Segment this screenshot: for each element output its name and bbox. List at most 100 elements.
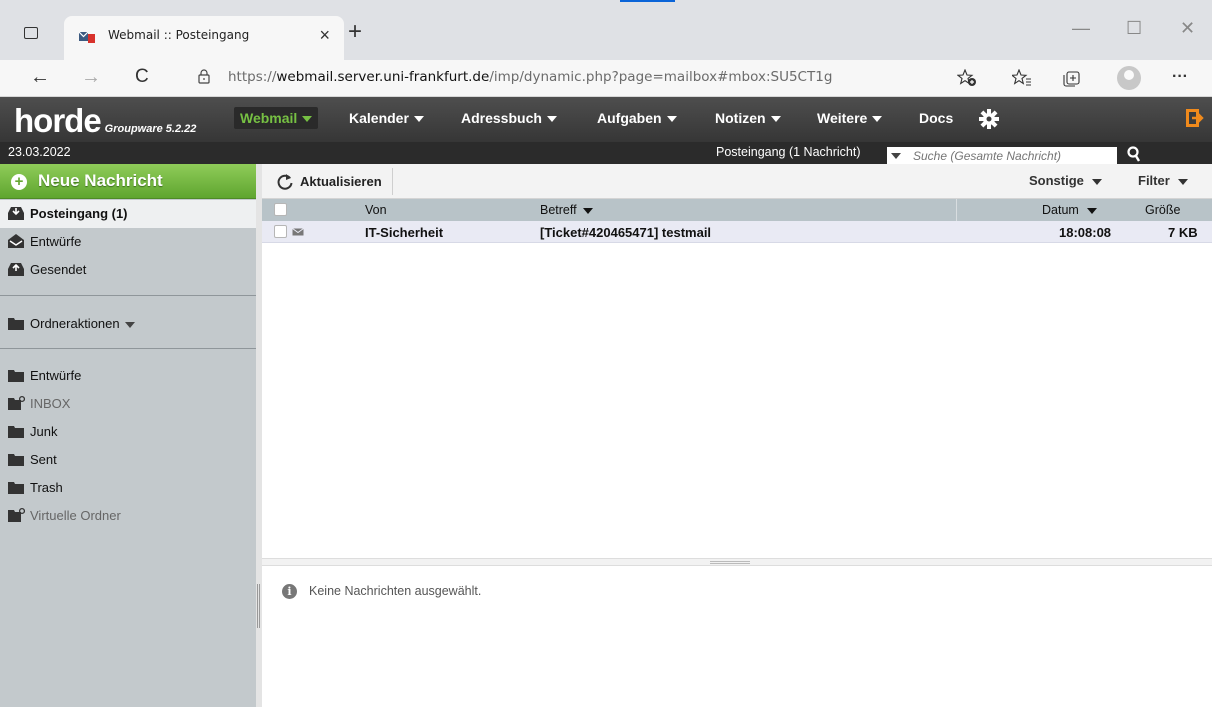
- sidebar-divider: [0, 295, 256, 296]
- close-window-button[interactable]: ✕: [1180, 18, 1195, 39]
- mailbox-toolbar: Aktualisieren Sonstige Filter: [262, 164, 1212, 199]
- preview-empty-text: Keine Nachrichten ausgewählt.: [309, 584, 482, 598]
- mailbox-main: Aktualisieren Sonstige Filter Von Betref…: [256, 164, 1212, 707]
- chevron-down-icon: [1177, 178, 1188, 185]
- new-tab-button[interactable]: +: [348, 18, 362, 46]
- select-all-checkbox[interactable]: [274, 203, 287, 216]
- menu-notizen[interactable]: Notizen: [709, 107, 787, 129]
- chevron-down-icon: [1086, 207, 1097, 214]
- folder-label: Trash: [30, 480, 63, 495]
- menu-aufgaben[interactable]: Aufgaben: [591, 107, 683, 129]
- column-date-label: Datum: [1042, 203, 1079, 217]
- folder-item-sent[interactable]: Sent: [0, 446, 256, 474]
- profile-avatar[interactable]: [1117, 66, 1141, 90]
- maximize-button[interactable]: ☐: [1126, 18, 1142, 39]
- column-subject[interactable]: Betreff: [540, 203, 593, 217]
- logout-icon[interactable]: [1184, 107, 1204, 129]
- browser-tab[interactable]: Webmail :: Posteingang ×: [64, 16, 344, 60]
- folder-icon: [8, 426, 24, 438]
- filter-label: Filter: [1138, 173, 1170, 188]
- folder-item-junk[interactable]: Junk: [0, 418, 256, 446]
- add-favorite-icon[interactable]: [957, 69, 977, 87]
- message-date: 18:08:08: [1059, 225, 1112, 240]
- preview-splitter[interactable]: [262, 558, 1212, 566]
- column-size[interactable]: Größe: [1145, 203, 1180, 217]
- menu-label: Adressbuch: [461, 110, 542, 126]
- sidebar-item-posteingang[interactable]: Posteingang (1): [0, 200, 256, 228]
- column-date[interactable]: Datum: [1042, 203, 1097, 217]
- splitter-grip[interactable]: [710, 561, 750, 564]
- folder-actions-menu[interactable]: Ordneraktionen: [0, 310, 256, 338]
- chevron-down-icon: [666, 116, 677, 123]
- lock-icon[interactable]: [198, 69, 210, 84]
- menu-weitere[interactable]: Weitere: [811, 107, 888, 129]
- envelope-icon: [292, 228, 304, 236]
- logo-text: horde: [14, 102, 102, 139]
- plus-icon: +: [11, 174, 27, 190]
- preview-pane-message: i Keine Nachrichten ausgewählt.: [282, 584, 481, 599]
- refresh-icon: [277, 174, 293, 190]
- url-path: /imp/dynamic.php?page=mailbox#mbox:SU5CT…: [489, 69, 833, 85]
- tab-actions-icon[interactable]: [24, 27, 38, 39]
- more-menu-button[interactable]: ···: [1172, 68, 1188, 86]
- favorites-icon[interactable]: [1012, 69, 1032, 87]
- filter-menu-button[interactable]: Filter: [1138, 173, 1188, 188]
- folder-icon: [8, 454, 24, 466]
- search-input[interactable]: [913, 147, 1113, 165]
- menu-adressbuch[interactable]: Adressbuch: [455, 107, 563, 129]
- sidebar-item-label: Entwürfe: [30, 234, 82, 249]
- drafts-icon: [8, 234, 24, 248]
- folder-label: INBOX: [30, 396, 71, 411]
- search-box: [887, 147, 1117, 165]
- row-checkbox[interactable]: [274, 225, 287, 238]
- forward-button[interactable]: →: [81, 66, 101, 89]
- folder-actions-label: Ordneraktionen: [30, 316, 135, 331]
- menu-label: Docs: [919, 110, 954, 126]
- new-message-button[interactable]: + Neue Nachricht: [0, 164, 256, 199]
- menu-label: Kalender: [349, 110, 409, 126]
- folder-item-trash[interactable]: Trash: [0, 474, 256, 502]
- gear-icon[interactable]: [978, 108, 1000, 130]
- new-message-label: Neue Nachricht: [38, 171, 163, 190]
- folder-item-virtual[interactable]: Virtuelle Ordner: [0, 502, 256, 530]
- horde-logo[interactable]: horde Groupware 5.2.22: [14, 102, 196, 140]
- message-list-header: Von Betreff Datum Größe: [262, 199, 1212, 221]
- folder-icon: [8, 318, 24, 330]
- other-menu-button[interactable]: Sonstige: [1029, 173, 1102, 188]
- sidebar-item-label: Posteingang (1): [30, 206, 128, 221]
- sidebar-resize-handle[interactable]: [257, 584, 260, 628]
- tab-strip-accent: [620, 0, 675, 2]
- back-button[interactable]: ←: [30, 66, 50, 89]
- url-field[interactable]: https://webmail.server.uni-frankfurt.de/…: [228, 69, 832, 85]
- mailbox-status: Posteingang (1 Nachricht): [716, 145, 861, 159]
- folder-label: Entwürfe: [30, 368, 82, 383]
- sidebar-item-entwuerfe[interactable]: Entwürfe: [0, 228, 256, 256]
- menu-label: Webmail: [240, 110, 298, 126]
- horde-menubar: horde Groupware 5.2.22 Webmail Kalender A…: [0, 97, 1212, 142]
- minimize-button[interactable]: —: [1072, 18, 1090, 39]
- tab-close-icon[interactable]: ×: [319, 25, 330, 46]
- folder-item-inbox[interactable]: INBOX: [0, 390, 256, 418]
- column-from[interactable]: Von: [365, 203, 387, 217]
- chevron-down-icon: [1091, 178, 1102, 185]
- column-divider: [956, 199, 957, 221]
- refresh-button[interactable]: Aktualisieren: [268, 168, 393, 195]
- menu-label: Weitere: [817, 110, 868, 126]
- browser-tab-strip: Webmail :: Posteingang × + — ☐ ✕: [0, 0, 1212, 60]
- info-icon: i: [282, 584, 297, 599]
- folder-item-entwuerfe[interactable]: Entwürfe: [0, 362, 256, 390]
- table-row[interactable]: IT-Sicherheit [Ticket#420465471] testmai…: [262, 221, 1212, 243]
- folder-label: Virtuelle Ordner: [30, 508, 121, 523]
- chevron-down-icon: [872, 116, 883, 123]
- sidebar: + Neue Nachricht Posteingang (1) Entwürf…: [0, 164, 256, 707]
- menu-docs[interactable]: Docs: [913, 107, 959, 129]
- menu-label: Notizen: [715, 110, 766, 126]
- search-icon[interactable]: [1126, 145, 1142, 163]
- menu-kalender[interactable]: Kalender: [343, 107, 430, 129]
- reload-button[interactable]: C: [135, 66, 149, 88]
- menu-webmail[interactable]: Webmail: [234, 107, 319, 129]
- other-label: Sonstige: [1029, 173, 1084, 188]
- collections-icon[interactable]: [1062, 69, 1082, 87]
- search-options-icon[interactable]: [891, 153, 901, 159]
- sidebar-item-gesendet[interactable]: Gesendet: [0, 256, 256, 284]
